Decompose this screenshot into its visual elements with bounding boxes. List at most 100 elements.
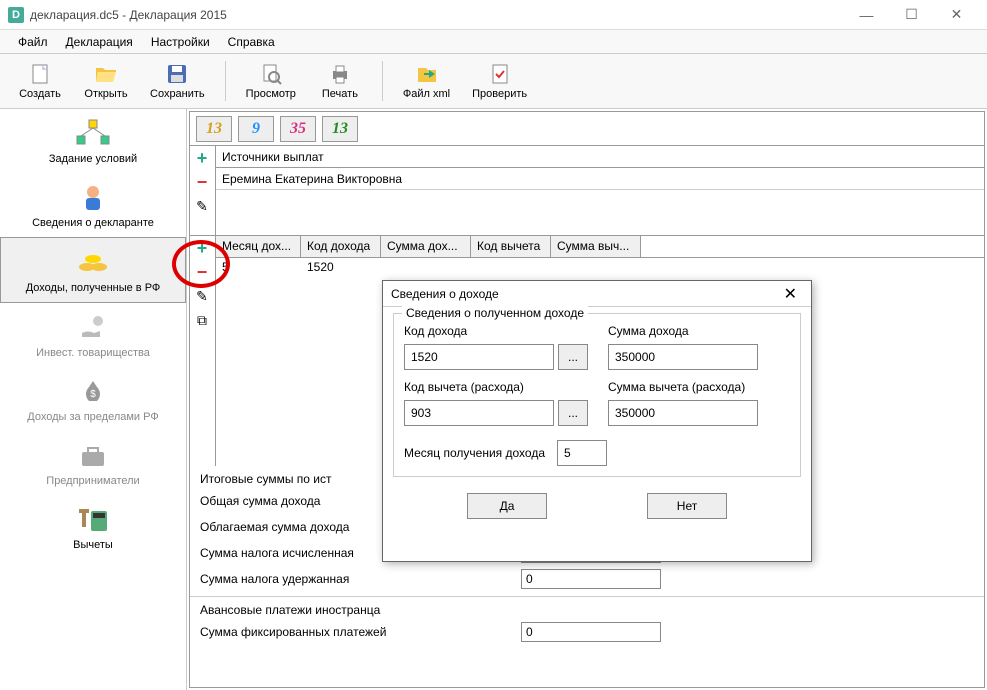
col-deduct-code[interactable]: Код вычета [471, 236, 551, 257]
field-grid: Код дохода ... Сумма дохода Код вычета (… [404, 324, 790, 426]
sidebar-item-label: Доходы, полученные в РФ [26, 282, 161, 294]
menu-declaration[interactable]: Декларация [58, 32, 141, 52]
menu-settings[interactable]: Настройки [143, 32, 218, 52]
label-deduct-code: Код вычета (расхода) [404, 380, 588, 394]
dialog-close-button[interactable]: ✕ [778, 284, 803, 304]
label-month: Месяц получения дохода [404, 446, 545, 460]
preview-button[interactable]: Просмотр [238, 60, 304, 102]
input-fixed-payments[interactable] [521, 622, 661, 642]
add-source-button[interactable]: + [190, 146, 214, 170]
col-sum[interactable]: Сумма дох... [381, 236, 471, 257]
person-icon [73, 181, 113, 213]
input-income-sum[interactable] [608, 344, 758, 370]
flowchart-icon [73, 117, 113, 149]
close-button[interactable]: ✕ [934, 1, 979, 29]
minus-icon: − [197, 172, 208, 193]
field-deduct-sum: Сумма вычета (расхода) [608, 380, 790, 426]
label-income-sum: Сумма дохода [608, 324, 790, 338]
fieldset-legend: Сведения о полученном доходе [402, 306, 588, 320]
sidebar-item-label: Задание условий [49, 153, 137, 165]
sidebar-item-label: Доходы за пределами РФ [27, 411, 158, 423]
input-deduct-sum[interactable] [608, 400, 758, 426]
rate-tabs: 13 9 35 13 [190, 112, 984, 146]
magnifier-doc-icon [259, 62, 283, 86]
add-income-button[interactable]: + [190, 236, 214, 260]
col-code[interactable]: Код дохода [301, 236, 381, 257]
advance-title: Авансовые платежи иностранца [200, 601, 974, 619]
menubar: Файл Декларация Настройки Справка [0, 30, 987, 54]
maximize-button[interactable]: ☐ [889, 1, 934, 29]
sidebar-item-entrepreneurs[interactable]: Предприниматели [0, 431, 186, 495]
rate-13-button[interactable]: 13 [196, 116, 232, 142]
remove-source-button[interactable]: − [190, 170, 214, 194]
calculator-icon [73, 503, 113, 535]
income-grid-buttons: + − ✎ ⧉ [190, 236, 216, 466]
svg-text:$: $ [90, 389, 96, 400]
verify-button[interactable]: Проверить [464, 60, 535, 102]
separator [382, 61, 383, 101]
remove-income-button[interactable]: − [190, 260, 214, 284]
input-deduct-code[interactable] [404, 400, 554, 426]
sidebar-item-conditions[interactable]: Задание условий [0, 109, 186, 173]
rate-13-alt-button[interactable]: 13 [322, 116, 358, 142]
input-month[interactable] [557, 440, 607, 466]
export-icon [415, 62, 439, 86]
money-bag-icon: $ [73, 375, 113, 407]
minimize-button[interactable]: — [844, 1, 889, 29]
rate-35-button[interactable]: 35 [280, 116, 316, 142]
sidebar-item-label: Инвест. товарищества [36, 347, 150, 359]
edit-icon: ✎ [196, 198, 208, 215]
sidebar-item-label: Предприниматели [46, 475, 139, 487]
open-button[interactable]: Открыть [76, 60, 136, 102]
rate-9-button[interactable]: 9 [238, 116, 274, 142]
input-income-code[interactable] [404, 344, 554, 370]
app-icon: D [8, 7, 24, 23]
label-income-code: Код дохода [404, 324, 588, 338]
edit-icon: ✎ [196, 288, 208, 305]
sources-list: Источники выплат Еремина Екатерина Викто… [216, 146, 984, 235]
hand-coin-icon [73, 311, 113, 343]
menu-help[interactable]: Справка [220, 32, 283, 52]
window-buttons: — ☐ ✕ [844, 1, 979, 29]
sidebar-item-invest[interactable]: Инвест. товарищества [0, 303, 186, 367]
browse-deduct-code-button[interactable]: ... [558, 400, 588, 426]
sources-section: + − ✎ Источники выплат Еремина Екатерина… [190, 146, 984, 236]
save-button[interactable]: Сохранить [142, 60, 213, 102]
source-row[interactable]: Еремина Екатерина Викторовна [216, 168, 984, 190]
titlebar: D декларация.dc5 - Декларация 2015 — ☐ ✕ [0, 0, 987, 30]
floppy-disk-icon [165, 62, 189, 86]
plus-icon: + [197, 148, 208, 169]
col-month[interactable]: Месяц дох... [216, 236, 301, 257]
briefcase-icon [73, 439, 113, 471]
print-label: Печать [322, 88, 358, 100]
coins-icon [73, 246, 113, 278]
edit-source-button[interactable]: ✎ [190, 194, 214, 218]
folder-open-icon [94, 62, 118, 86]
grid-row[interactable]: 5 1520 [216, 258, 984, 280]
row-tax-withheld: Сумма налога удержанная [200, 566, 974, 592]
print-button[interactable]: Печать [310, 60, 370, 102]
sources-header: Источники выплат [216, 146, 984, 168]
file-xml-button[interactable]: Файл xml [395, 60, 458, 102]
dialog-buttons: Да Нет [393, 493, 801, 519]
col-deduct-sum[interactable]: Сумма выч... [551, 236, 641, 257]
edit-income-button[interactable]: ✎ [190, 284, 214, 308]
input-tax-withheld[interactable] [521, 569, 661, 589]
sidebar-item-deductions[interactable]: Вычеты [0, 495, 186, 559]
plus-icon: + [197, 238, 208, 259]
browse-income-code-button[interactable]: ... [558, 344, 588, 370]
create-button[interactable]: Создать [10, 60, 70, 102]
toolbar: Создать Открыть Сохранить Просмотр Печат… [0, 54, 987, 109]
copy-income-button[interactable]: ⧉ [190, 308, 214, 332]
sidebar-item-income-abroad[interactable]: $ Доходы за пределами РФ [0, 367, 186, 431]
verify-label: Проверить [472, 88, 527, 100]
separator [225, 61, 226, 101]
check-doc-icon [488, 62, 512, 86]
sources-buttons: + − ✎ [190, 146, 216, 235]
file-xml-label: Файл xml [403, 88, 450, 100]
sidebar-item-income-rf[interactable]: Доходы, полученные в РФ [0, 237, 186, 303]
no-button[interactable]: Нет [647, 493, 727, 519]
sidebar-item-declarant[interactable]: Сведения о декларанте [0, 173, 186, 237]
menu-file[interactable]: Файл [10, 32, 56, 52]
yes-button[interactable]: Да [467, 493, 547, 519]
